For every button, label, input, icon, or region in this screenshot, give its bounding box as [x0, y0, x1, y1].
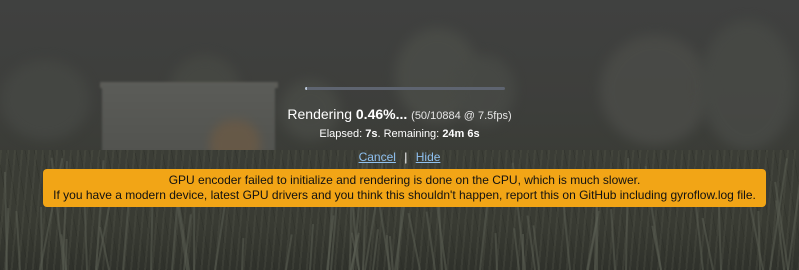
- render-overlay: Rendering 0.46%... (50/10884 @ 7.5fps) E…: [0, 0, 799, 270]
- render-frame-count: (50/10884 @ 7.5fps): [411, 110, 512, 122]
- cancel-render-link[interactable]: Cancel: [359, 150, 396, 164]
- render-actions: Cancel | Hide: [0, 150, 799, 164]
- elapsed-label: Elapsed:: [319, 128, 363, 140]
- render-label: Rendering: [287, 106, 352, 122]
- remaining-value: 24m 6s: [442, 128, 480, 140]
- elapsed-value: 7s: [365, 128, 378, 140]
- render-progress-fill: [305, 87, 307, 90]
- warning-line-2: If you have a modern device, latest GPU …: [53, 188, 756, 202]
- render-percent: 0.46%: [355, 106, 396, 122]
- render-percent-ellipsis: ...: [395, 106, 408, 122]
- hide-render-link[interactable]: Hide: [416, 150, 441, 164]
- render-progress-bar: [305, 87, 505, 90]
- warning-line-1: GPU encoder failed to initialize and ren…: [168, 173, 641, 187]
- render-preview-stage: Rendering 0.46%... (50/10884 @ 7.5fps) E…: [0, 0, 799, 270]
- gpu-encoder-warning: GPU encoder failed to initialize and ren…: [43, 169, 766, 207]
- render-time-line: Elapsed: 7s. Remaining: 24m 6s: [0, 128, 799, 140]
- actions-separator: |: [404, 150, 408, 164]
- render-status-line: Rendering 0.46%... (50/10884 @ 7.5fps): [0, 106, 799, 122]
- remaining-label: . Remaining:: [377, 128, 440, 140]
